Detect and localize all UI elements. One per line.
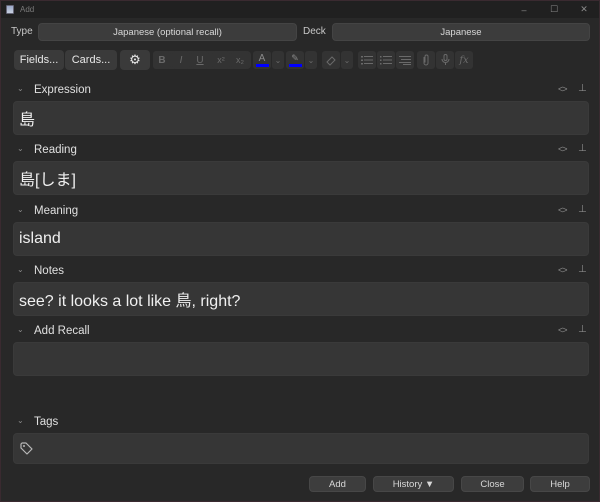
editor-toolbar: Fields... Cards... ⚙ B I U x² x₂ A ⌄ ✎ ⌄… <box>1 50 599 72</box>
gear-icon[interactable]: ⚙ <box>120 50 150 70</box>
collapse-chevron-icon[interactable]: ⌄ <box>17 144 24 153</box>
field-input-expression[interactable]: 島 <box>13 101 589 135</box>
text-color-glyph: A <box>258 53 266 64</box>
highlighter-glyph: ✎ <box>291 53 299 63</box>
ordered-list-glyph <box>380 56 392 65</box>
html-editor-toggle-icon[interactable]: <> <box>558 325 567 335</box>
anki-app-icon <box>6 5 14 14</box>
text-color-icon[interactable]: A <box>253 51 271 69</box>
collapse-chevron-icon[interactable]: ⌄ <box>17 416 24 425</box>
notetype-selector[interactable]: Japanese (optional recall) <box>38 23 297 41</box>
paperclip-glyph <box>423 54 429 66</box>
window-title: Add <box>20 5 35 14</box>
collapse-chevron-icon[interactable]: ⌄ <box>17 265 24 274</box>
cards-button[interactable]: Cards... <box>65 50 117 70</box>
add-window: Add – ☐ ✕ Type Japanese (optional recall… <box>0 0 600 502</box>
html-editor-toggle-icon[interactable]: <> <box>558 205 567 215</box>
tags-header: ⌄ Tags <box>1 415 599 431</box>
ordered-list-icon[interactable] <box>377 51 395 69</box>
field-header-add-recall: ⌄ Add Recall <> ⊥ <box>1 324 599 340</box>
field-label: Reading <box>34 144 77 156</box>
field-input-add-recall[interactable] <box>13 342 589 376</box>
pin-icon[interactable]: ⊥ <box>578 83 587 94</box>
type-label: Type <box>11 26 33 37</box>
add-button[interactable]: Add <box>309 476 366 492</box>
field-input-notes[interactable]: see? it looks a lot like 鳥, right? <box>13 282 589 316</box>
microphone-glyph <box>441 54 449 65</box>
align-icon[interactable] <box>396 51 414 69</box>
italic-icon[interactable]: I <box>172 51 190 69</box>
pin-icon[interactable]: ⊥ <box>578 204 587 215</box>
field-input-reading[interactable]: 島[しま] <box>13 161 589 195</box>
html-editor-toggle-icon[interactable]: <> <box>558 144 567 154</box>
subscript-icon[interactable]: x₂ <box>231 51 249 69</box>
field-header-notes: ⌄ Notes <> ⊥ <box>1 264 599 280</box>
collapse-chevron-icon[interactable]: ⌄ <box>17 84 24 93</box>
text-color-dropdown-icon[interactable]: ⌄ <box>272 51 284 69</box>
microphone-icon[interactable] <box>436 51 454 69</box>
fields-button[interactable]: Fields... <box>14 50 64 70</box>
eraser-glyph <box>325 55 336 66</box>
help-button[interactable]: Help <box>530 476 590 492</box>
field-header-reading: ⌄ Reading <> ⊥ <box>1 143 599 159</box>
history-button[interactable]: History ▼ <box>373 476 454 492</box>
collapse-chevron-icon[interactable]: ⌄ <box>17 325 24 334</box>
field-header-meaning: ⌄ Meaning <> ⊥ <box>1 204 599 220</box>
pin-icon[interactable]: ⊥ <box>578 143 587 154</box>
underline-icon[interactable]: U <box>191 51 209 69</box>
highlight-color-icon[interactable]: ✎ <box>286 51 304 69</box>
field-label: Add Recall <box>34 325 90 337</box>
tag-icon <box>20 442 33 455</box>
collapse-chevron-icon[interactable]: ⌄ <box>17 205 24 214</box>
tags-input[interactable] <box>13 433 589 464</box>
field-header-expression: ⌄ Expression <> ⊥ <box>1 83 599 99</box>
unordered-list-glyph <box>361 56 373 65</box>
deck-selector[interactable]: Japanese <box>332 23 590 41</box>
tags-label: Tags <box>34 416 59 428</box>
minimize-button[interactable]: – <box>509 1 539 18</box>
maximize-button[interactable]: ☐ <box>539 1 569 18</box>
window-controls: – ☐ ✕ <box>509 1 599 18</box>
title-bar: Add – ☐ ✕ <box>1 1 599 18</box>
html-editor-toggle-icon[interactable]: <> <box>558 84 567 94</box>
pin-icon[interactable]: ⊥ <box>578 324 587 335</box>
field-input-meaning[interactable]: island <box>13 222 589 256</box>
attachment-icon[interactable] <box>417 51 435 69</box>
mathjax-icon[interactable]: fx <box>455 51 473 69</box>
close-button[interactable]: Close <box>461 476 524 492</box>
highlight-color-swatch <box>288 64 302 67</box>
align-glyph <box>399 56 411 65</box>
highlight-color-dropdown-icon[interactable]: ⌄ <box>305 51 317 69</box>
field-label: Expression <box>34 84 91 96</box>
pin-icon[interactable]: ⊥ <box>578 264 587 275</box>
html-editor-toggle-icon[interactable]: <> <box>558 265 567 275</box>
field-label: Notes <box>34 265 65 277</box>
field-label: Meaning <box>34 205 79 217</box>
eraser-dropdown-icon[interactable]: ⌄ <box>341 51 353 69</box>
close-window-button[interactable]: ✕ <box>569 1 599 18</box>
deck-label: Deck <box>303 26 326 37</box>
text-color-swatch <box>255 64 269 67</box>
bold-icon[interactable]: B <box>153 51 171 69</box>
unordered-list-icon[interactable] <box>358 51 376 69</box>
notetype-deck-row: Type Japanese (optional recall) Deck Jap… <box>1 23 599 41</box>
superscript-icon[interactable]: x² <box>212 51 230 69</box>
eraser-icon[interactable] <box>322 51 340 69</box>
